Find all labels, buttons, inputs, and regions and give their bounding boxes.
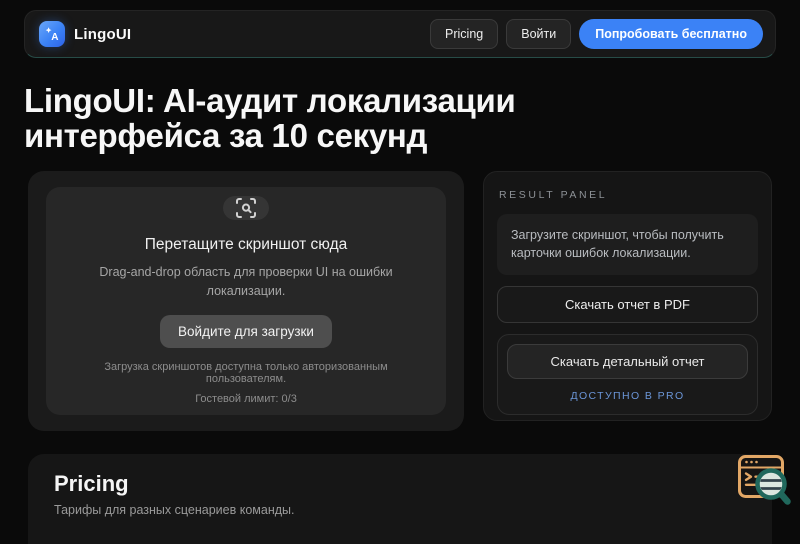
page-title: LingoUI: AI-аудит локализации интерфейса… [24,82,516,155]
result-panel-label: RESULT PANEL [499,188,608,201]
translate-sparkle-icon: A [39,21,65,47]
dropzone-description: Drag-and-drop область для проверки UI на… [99,265,393,298]
download-pdf-button[interactable]: Скачать отчет в PDF [497,286,758,324]
nav-login-button[interactable]: Войти [506,19,572,49]
nav-actions: Pricing Войти Попробовать бесплатно [430,19,763,49]
download-detailed-report-button[interactable]: Скачать детальный отчет [507,344,748,380]
main-content: Перетащите скриншот сюда Drag-and-drop о… [28,170,772,431]
browser-search-icon [731,450,795,508]
pricing-section: Pricing Тарифы для разных сценариев кома… [28,453,772,544]
detailed-report-card: Скачать детальный отчет ДОСТУПНО В PRO [497,334,758,416]
nav-try-free-button[interactable]: Попробовать бесплатно [579,19,763,49]
dropzone-auth-note: Загрузка скриншотов доступна только авто… [104,360,388,385]
brand-name: LingoUI [74,25,132,43]
login-to-upload-button[interactable]: Войдите для загрузки [160,314,332,348]
navbar: A LingoUI Pricing Войти Попробовать бесп… [24,10,776,58]
pricing-subtitle: Тарифы для разных сценариев команды. [54,502,295,517]
guest-limit-counter: Гостевой лимит: 0/3 [195,392,297,405]
result-panel: RESULT PANEL Загрузите скриншот, чтобы п… [483,170,772,421]
svg-text:A: A [51,32,58,43]
nav-pricing-button[interactable]: Pricing [430,19,499,49]
pro-availability-badge: ДОСТУПНО В PRO [570,390,685,403]
screenshot-dropzone[interactable]: Перетащите скриншот сюда Drag-and-drop о… [46,186,446,415]
pricing-title: Pricing [54,470,129,496]
result-empty-message: Загрузите скриншот, чтобы получить карто… [497,213,758,276]
dropzone-title: Перетащите скриншот сюда [144,236,348,254]
upload-card: Перетащите скриншот сюда Drag-and-drop о… [28,170,464,431]
brand[interactable]: A LingoUI [39,21,131,47]
scan-search-icon [223,196,269,221]
